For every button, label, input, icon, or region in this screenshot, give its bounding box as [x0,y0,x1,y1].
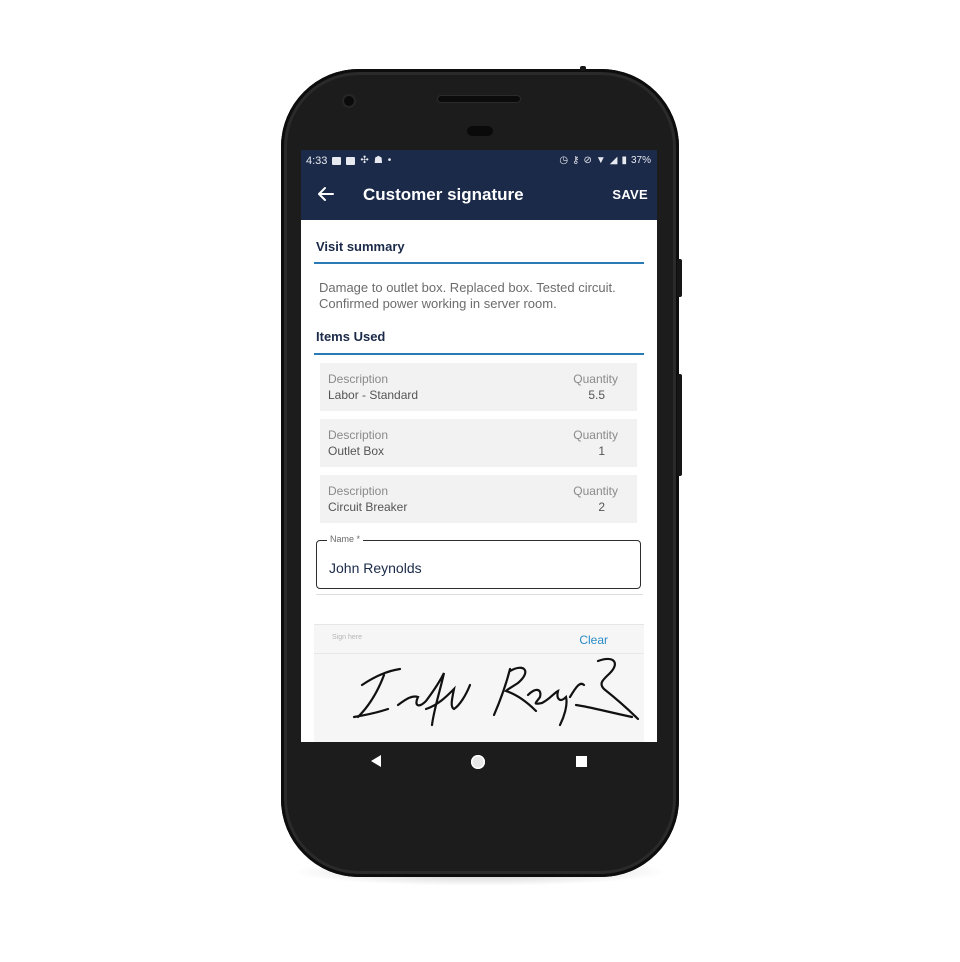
battery-percent: 37% [630,155,651,166]
power-button [677,259,682,297]
image-icon [332,156,342,165]
quantity-label: Quantity [573,372,618,386]
item-quantity: 1 [598,444,605,458]
divider [316,594,643,595]
list-item[interactable]: Description Circuit Breaker Quantity 2 [320,475,637,523]
name-field-label: Name * [327,534,364,544]
name-field-value[interactable]: John Reynolds [329,560,422,576]
description-label: Description [328,372,389,386]
signature-stroke [352,657,640,727]
visit-summary-text: Damage to outlet box. Replaced box. Test… [319,280,616,311]
home-circle-icon[interactable] [471,755,485,769]
top-notch-button [580,66,586,71]
name-field[interactable]: Name * John Reynolds [316,534,641,589]
list-item[interactable]: Description Outlet Box Quantity 1 [320,419,637,467]
status-time: 4:33 [306,154,328,167]
item-quantity: 2 [598,500,605,514]
wifi-icon: ▼ [595,154,606,166]
status-bar: 4:33 ✣ ☗ • ◷ ⚷ ⊘ ▼ ◢ ▮ 37% [301,150,657,171]
item-quantity: 5.5 [588,388,605,402]
quantity-label: Quantity [573,484,618,498]
front-camera [344,96,354,106]
back-triangle-icon[interactable] [371,755,381,767]
hat-icon: ☗ [373,154,383,166]
system-nav-bar [301,742,657,782]
signature-pad[interactable]: Sign here Clear [314,624,644,742]
description-label: Description [328,428,389,442]
volume-button [677,374,682,476]
notifications-off-icon: ⊘ [583,154,592,166]
dot-icon: • [387,154,392,166]
item-description: Labor - Standard [328,388,419,402]
phone-screen: 4:33 ✣ ☗ • ◷ ⚷ ⊘ ▼ ◢ ▮ 37% Customer sign… [301,150,657,742]
item-description: Circuit Breaker [328,500,408,514]
quantity-label: Quantity [573,428,618,442]
arrow-back-icon[interactable] [315,183,337,205]
list-item[interactable]: Description Labor - Standard Quantity 5.… [320,363,637,411]
items-used-heading: Items Used [316,329,386,344]
save-button[interactable]: SAVE [612,187,648,202]
battery-icon: ▮ [621,154,627,166]
visit-summary-heading: Visit summary [316,239,405,254]
items-used-rule [314,353,644,355]
recents-square-icon[interactable] [576,756,587,767]
vpn-key-icon: ⚷ [572,154,580,166]
visit-summary-rule [314,262,644,264]
alarm-icon: ◷ [559,154,569,166]
save-icon [346,156,356,165]
page-title: Customer signature [363,185,524,204]
app-bar: Customer signature SAVE [301,171,657,220]
description-label: Description [328,484,389,498]
pinwheel-icon: ✣ [360,154,369,166]
phone-frame: 4:33 ✣ ☗ • ◷ ⚷ ⊘ ▼ ◢ ▮ 37% Customer sign… [281,66,682,877]
earpiece-speaker [438,96,520,102]
signal-icon: ◢ [609,154,618,166]
proximity-sensor [467,126,493,136]
item-description: Outlet Box [328,444,385,458]
